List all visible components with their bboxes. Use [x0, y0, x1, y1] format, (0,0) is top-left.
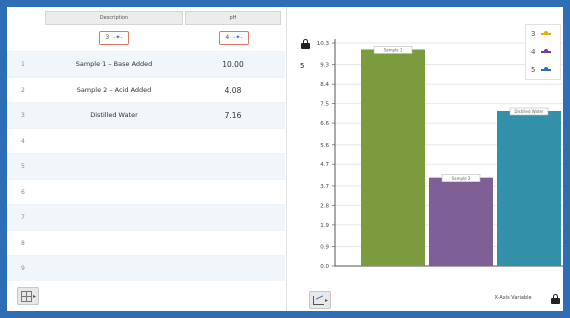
y-tick-label: 4.7: [320, 162, 329, 168]
legend-item[interactable]: 5: [531, 64, 551, 76]
graph-icon: [313, 296, 324, 305]
row-index: 8: [21, 239, 25, 247]
table-row[interactable]: 6: [7, 178, 285, 205]
column-header-ph[interactable]: pH: [185, 11, 281, 25]
row-index: 4: [21, 137, 25, 145]
table-row[interactable]: 4: [7, 127, 285, 154]
legend-label: 3: [531, 30, 536, 38]
bar-chart[interactable]: 0.0 0.9 1.9 2.8 3.7 4.7 5.6 6.6 7.5 8.4 9.3 10.3 Sam…: [287, 7, 563, 311]
ph-sensor-value: 4: [225, 34, 230, 41]
row-index: 5: [21, 163, 25, 170]
column-header-description[interactable]: Description: [45, 11, 183, 25]
ph-cell[interactable]: 7.16: [197, 103, 269, 128]
app-frame: Description pH 3 -✦- 4 -✦- 1 Sample 1 – Bas…: [0, 0, 570, 318]
table-row[interactable]: 1 Sample 1 – Base Added 10.00: [7, 51, 285, 77]
app-content: Description pH 3 -✦- 4 -✦- 1 Sample 1 – Bas…: [7, 7, 563, 311]
ph-cell[interactable]: 4.08: [197, 78, 269, 103]
y-tick-label: 0.9: [320, 245, 329, 251]
legend-item[interactable]: 3: [531, 28, 551, 40]
bar-label: Sample 2: [452, 176, 471, 181]
bar: [497, 110, 561, 267]
chevron-down-icon: ▸: [324, 297, 328, 304]
table-row[interactable]: 3 Distilled Water 7.16: [7, 102, 285, 128]
bar-label: Sample 1: [384, 48, 403, 53]
legend-line-icon: [541, 49, 551, 53]
description-sensor-value: 3: [105, 34, 110, 41]
y-tick-label: 5.6: [320, 143, 329, 149]
description-cell[interactable]: Sample 1 – Base Added: [45, 52, 183, 77]
ph-sensor-select[interactable]: 4 -✦-: [219, 31, 249, 45]
graph-tools-button[interactable]: ▸: [309, 291, 331, 309]
row-index: 3: [21, 112, 25, 119]
table-row[interactable]: 2 Sample 2 – Acid Added 4.08: [7, 76, 285, 103]
y-tick-label: 6.6: [320, 121, 329, 127]
chart-legend[interactable]: 3 4 5: [525, 24, 561, 80]
table-row[interactable]: 7: [7, 204, 285, 230]
data-table-panel: Description pH 3 -✦- 4 -✦- 1 Sample 1 – Bas…: [7, 7, 285, 311]
y-tick-label: 7.5: [320, 102, 329, 108]
y-tick-label: 0.0: [320, 264, 329, 270]
y-tick-label: 2.8: [320, 203, 329, 209]
description-sensor-select[interactable]: 3 -✦-: [99, 31, 129, 45]
legend-item[interactable]: 4: [531, 46, 551, 58]
y-tick-label: 8.4: [320, 82, 329, 88]
row-index: 1: [21, 61, 25, 68]
table-tools-button[interactable]: ▸: [17, 287, 39, 305]
y-tick-label: 1.9: [320, 223, 329, 229]
ph-cell[interactable]: 10.00: [197, 52, 269, 77]
description-cell[interactable]: Sample 2 – Acid Added: [45, 78, 183, 103]
legend-line-icon: [541, 67, 551, 71]
table-row[interactable]: 8: [7, 229, 285, 256]
sensor-line-icon: -✦-: [233, 34, 243, 41]
row-index: 7: [21, 214, 25, 221]
bar: [429, 177, 493, 266]
legend-label: 4: [531, 48, 536, 56]
x-axis-variable-button[interactable]: X-Axis Variable: [487, 291, 539, 305]
bar: [361, 49, 425, 266]
legend-label: 5: [531, 66, 536, 74]
table-row[interactable]: 9: [7, 255, 285, 281]
y-tick-label: 10.3: [317, 41, 330, 47]
table-row[interactable]: 5: [7, 153, 285, 179]
description-cell[interactable]: Distilled Water: [45, 103, 183, 128]
row-index: 9: [21, 265, 25, 272]
table-grid-icon: [21, 291, 32, 302]
y-tick-label: 9.3: [320, 63, 329, 69]
legend-line-icon: [541, 31, 551, 35]
graph-panel: 5 0.0 0.9 1.9 2.8 3.7 4.7 5.6 6.6 7.5 8.4 9.3 10.3 S…: [287, 7, 563, 311]
y-tick-label: 3.7: [320, 184, 329, 190]
chevron-down-icon: ▸: [32, 293, 36, 300]
table-body: 1 Sample 1 – Base Added 10.00 2 Sample 2 – …: [7, 51, 285, 281]
sensor-line-icon: -✦-: [113, 34, 123, 41]
row-index: 6: [21, 188, 25, 196]
row-index: 2: [21, 86, 25, 94]
bar-label: Distilled Water: [514, 109, 544, 114]
lock-icon[interactable]: [551, 294, 560, 304]
